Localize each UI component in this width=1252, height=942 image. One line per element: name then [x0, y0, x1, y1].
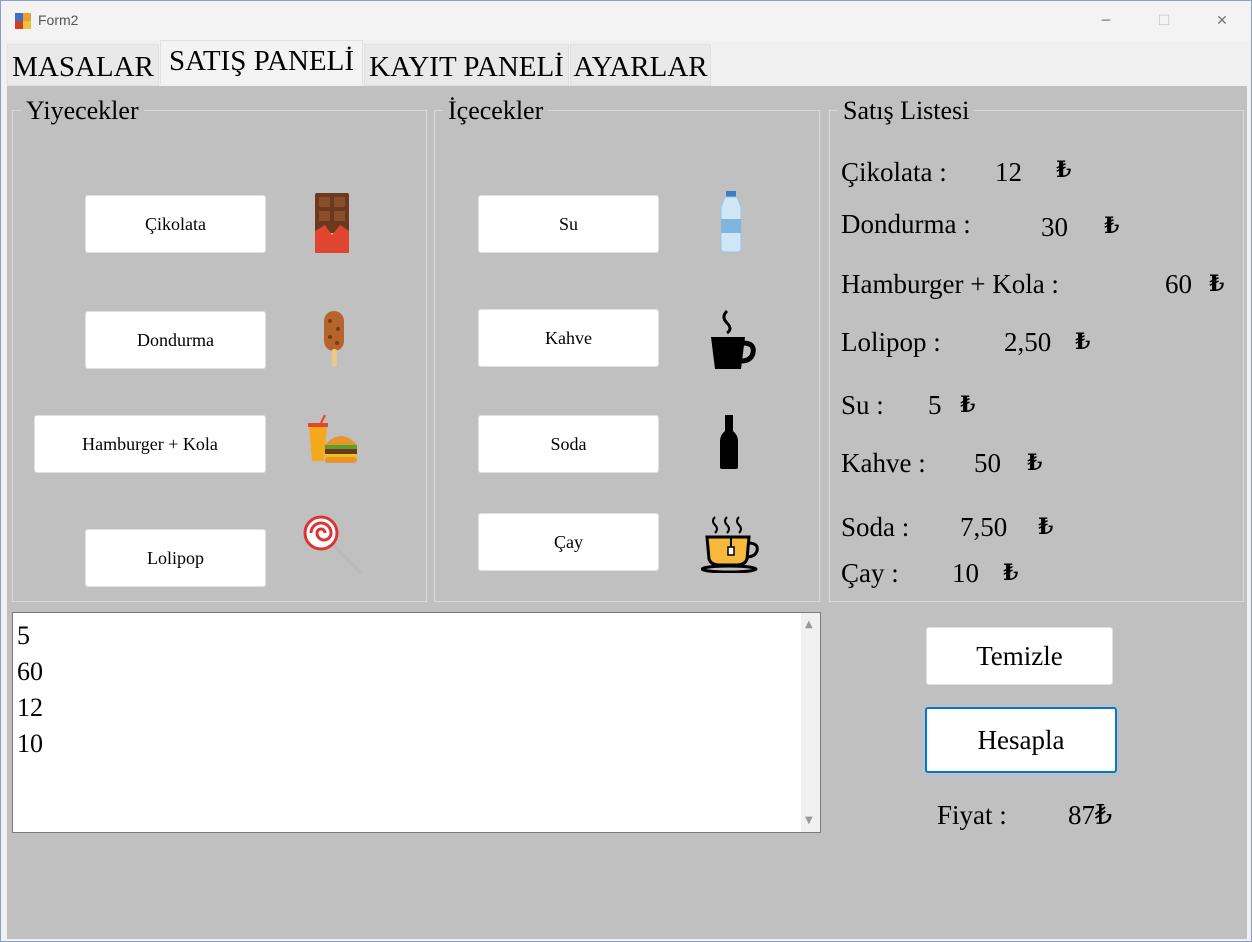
tab-masalar[interactable]: MASALAR	[7, 44, 159, 86]
tab-satis-paneli[interactable]: SATIŞ PANELİ	[160, 40, 363, 84]
window-title: Form2	[38, 12, 79, 28]
currency-symbol: ₺	[1003, 560, 1019, 585]
currency-symbol: ₺	[1027, 450, 1043, 475]
currency-symbol: ₺	[1209, 271, 1225, 296]
drinks-group: İçecekler Su Kahve Soda Çay	[434, 97, 820, 602]
currency-symbol: ₺	[960, 392, 976, 417]
tea-button[interactable]: Çay	[478, 513, 659, 571]
ice-cream-button[interactable]: Dondurma	[85, 311, 266, 369]
price-name-tea: Çay :	[841, 558, 899, 588]
price-value-tea: 10	[952, 558, 979, 588]
maximize-button[interactable]: ☐	[1135, 1, 1193, 41]
close-icon: ✕	[1216, 13, 1228, 29]
list-item[interactable]: 5	[17, 621, 30, 651]
sales-listbox[interactable]: 5 60 12 10 ▲ ▼	[12, 612, 821, 833]
clear-button[interactable]: Temizle	[926, 627, 1113, 685]
price-list-title: Satış Listesi	[838, 97, 975, 125]
currency-symbol: ₺	[1056, 157, 1072, 182]
price-name-ice-cream: Dondurma :	[841, 209, 971, 239]
tab-kayit-paneli[interactable]: KAYIT PANELİ	[364, 44, 569, 86]
price-value-coffee: 50	[974, 448, 1001, 478]
currency-symbol: ₺	[1038, 514, 1054, 539]
scroll-down-icon[interactable]: ▼	[805, 815, 813, 826]
lollipop-icon	[303, 515, 363, 575]
calculate-button[interactable]: Hesapla	[925, 707, 1117, 773]
price-name-water: Su :	[841, 390, 884, 420]
food-group: Yiyecekler Çikolata Dondurma Hamburger +…	[12, 97, 427, 602]
title-bar: Form2 ─ ☐ ✕	[1, 1, 1251, 41]
close-button[interactable]: ✕	[1193, 1, 1251, 41]
price-name-chocolate: Çikolata :	[841, 157, 947, 187]
water-button[interactable]: Su	[478, 195, 659, 253]
price-value-hamburger-cola: 60	[1165, 269, 1192, 299]
price-list-group: Satış Listesi Çikolata : 12 ₺ Dondurma :…	[829, 97, 1244, 602]
minimize-icon: ─	[1101, 13, 1111, 29]
currency-symbol: ₺	[1075, 329, 1091, 354]
chocolate-button[interactable]: Çikolata	[85, 195, 266, 253]
minimize-button[interactable]: ─	[1077, 1, 1135, 41]
total-value: 87₺	[1068, 800, 1113, 830]
maximize-icon: ☐	[1157, 13, 1171, 29]
price-value-water: 5	[928, 390, 942, 420]
price-name-coffee: Kahve :	[841, 448, 926, 478]
ice-cream-icon	[324, 311, 344, 367]
price-name-hamburger-cola: Hamburger + Kola :	[841, 269, 1059, 299]
hamburger-cola-icon	[308, 415, 357, 463]
app-window: Form2 ─ ☐ ✕ MASALAR SATIŞ PANELİ KAYIT P…	[0, 0, 1252, 942]
price-name-lollipop: Lolipop :	[841, 327, 941, 357]
list-item[interactable]: 12	[17, 693, 43, 723]
currency-symbol: ₺	[1104, 213, 1120, 238]
tea-cup-icon	[701, 516, 759, 573]
coffee-button[interactable]: Kahve	[478, 309, 659, 367]
coffee-cup-icon	[711, 309, 756, 369]
soda-bottle-icon	[720, 415, 738, 469]
food-group-title: Yiyecekler	[21, 97, 144, 125]
list-item[interactable]: 10	[17, 729, 43, 759]
price-value-ice-cream: 30	[1041, 212, 1068, 242]
lollipop-button[interactable]: Lolipop	[85, 529, 266, 587]
water-bottle-icon	[720, 191, 742, 253]
soda-button[interactable]: Soda	[478, 415, 659, 473]
price-value-chocolate: 12	[995, 157, 1022, 187]
total-label: Fiyat :	[937, 800, 1007, 830]
drinks-group-title: İçecekler	[443, 97, 549, 125]
price-value-soda: 7,50	[960, 512, 1008, 542]
hamburger-cola-button[interactable]: Hamburger + Kola	[34, 415, 266, 473]
app-icon	[15, 13, 31, 29]
list-item[interactable]: 60	[17, 657, 43, 687]
listbox-scrollbar[interactable]: ▲ ▼	[801, 613, 820, 832]
chocolate-icon	[315, 193, 349, 253]
sales-panel: Yiyecekler Çikolata Dondurma Hamburger +…	[7, 86, 1247, 939]
price-value-lollipop: 2,50	[1004, 327, 1052, 357]
tab-ayarlar[interactable]: AYARLAR	[570, 44, 711, 86]
scroll-up-icon[interactable]: ▲	[805, 619, 813, 630]
price-name-soda: Soda :	[841, 512, 910, 542]
